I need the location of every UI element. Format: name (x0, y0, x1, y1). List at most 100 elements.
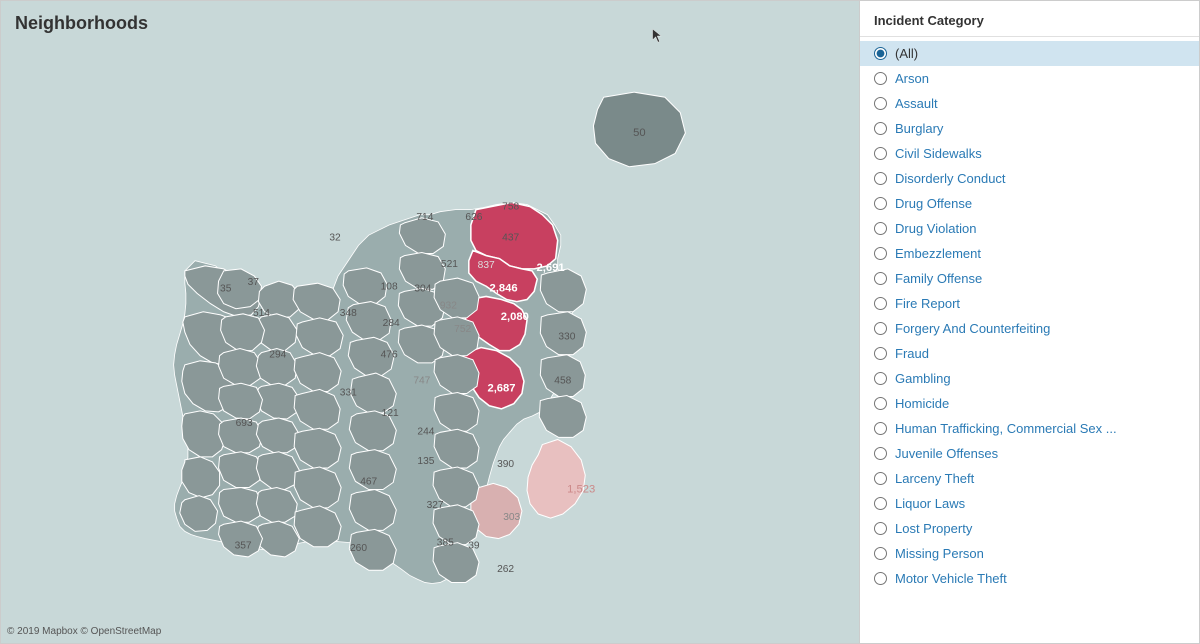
svg-text:385: 385 (437, 538, 454, 549)
svg-text:467: 467 (360, 476, 377, 487)
label-11: Forgery And Counterfeiting (895, 321, 1050, 336)
radio-10[interactable] (874, 297, 887, 310)
sidebar-list-item-10[interactable]: Fire Report (860, 291, 1199, 316)
sidebar-list-item-12[interactable]: Fraud (860, 341, 1199, 366)
svg-text:294: 294 (269, 350, 286, 361)
label-7: Drug Violation (895, 221, 976, 236)
label-21: Motor Vehicle Theft (895, 571, 1007, 586)
svg-text:437: 437 (502, 232, 519, 243)
label-6: Drug Offense (895, 196, 972, 211)
svg-text:693: 693 (236, 418, 253, 429)
svg-text:752: 752 (454, 324, 471, 335)
radio-16[interactable] (874, 447, 887, 460)
sidebar-list-item-6[interactable]: Drug Offense (860, 191, 1199, 216)
svg-text:303: 303 (503, 512, 520, 523)
svg-text:348: 348 (340, 308, 357, 319)
label-9: Family Offense (895, 271, 982, 286)
label-5: Disorderly Conduct (895, 171, 1006, 186)
svg-text:262: 262 (497, 564, 514, 575)
radio-5[interactable] (874, 172, 887, 185)
radio-20[interactable] (874, 547, 887, 560)
svg-text:304: 304 (414, 283, 431, 294)
radio-15[interactable] (874, 422, 887, 435)
radio-11[interactable] (874, 322, 887, 335)
radio-13[interactable] (874, 372, 887, 385)
radio-21[interactable] (874, 572, 887, 585)
svg-text:35: 35 (220, 283, 232, 294)
radio-9[interactable] (874, 272, 887, 285)
svg-text:2,687: 2,687 (487, 382, 515, 394)
sidebar-list-item-21[interactable]: Motor Vehicle Theft (860, 566, 1199, 591)
main-container: Neighborhoods (0, 0, 1200, 644)
radio-18[interactable] (874, 497, 887, 510)
label-16: Juvenile Offenses (895, 446, 998, 461)
svg-text:39: 39 (468, 541, 480, 552)
sidebar-list-item-14[interactable]: Homicide (860, 391, 1199, 416)
svg-text:514: 514 (253, 308, 270, 319)
radio-1[interactable] (874, 72, 887, 85)
svg-text:121: 121 (382, 408, 399, 419)
map-title: Neighborhoods (15, 13, 148, 34)
label-20: Missing Person (895, 546, 984, 561)
label-3: Burglary (895, 121, 943, 136)
sidebar-list-item-4[interactable]: Civil Sidewalks (860, 141, 1199, 166)
label-19: Lost Property (895, 521, 972, 536)
svg-text:521: 521 (441, 259, 458, 270)
svg-text:284: 284 (383, 318, 400, 329)
sidebar-list-item-9[interactable]: Family Offense (860, 266, 1199, 291)
sidebar-list-item-13[interactable]: Gambling (860, 366, 1199, 391)
label-0: (All) (895, 46, 918, 61)
radio-17[interactable] (874, 472, 887, 485)
radio-3[interactable] (874, 122, 887, 135)
sidebar-list-item-5[interactable]: Disorderly Conduct (860, 166, 1199, 191)
sidebar-list-item-11[interactable]: Forgery And Counterfeiting (860, 316, 1199, 341)
sidebar-list-item-17[interactable]: Larceny Theft (860, 466, 1199, 491)
label-4: Civil Sidewalks (895, 146, 982, 161)
svg-text:244: 244 (417, 426, 434, 437)
svg-text:331: 331 (340, 388, 357, 399)
radio-14[interactable] (874, 397, 887, 410)
svg-text:714: 714 (416, 212, 433, 223)
radio-2[interactable] (874, 97, 887, 110)
sidebar-list-item-0[interactable]: (All) (860, 41, 1199, 66)
svg-text:37: 37 (248, 277, 260, 288)
svg-text:458: 458 (554, 375, 571, 386)
sidebar-list-item-1[interactable]: Arson (860, 66, 1199, 91)
map-svg: 50 32 35 37 514 108 348 284 304 932 521 … (1, 1, 859, 643)
label-2: Assault (895, 96, 938, 111)
label-8: Embezzlement (895, 246, 981, 261)
map-area: Neighborhoods (1, 1, 859, 643)
sidebar-list-item-18[interactable]: Liquor Laws (860, 491, 1199, 516)
label-12: Fraud (895, 346, 929, 361)
label-13: Gambling (895, 371, 951, 386)
sidebar-list-item-8[interactable]: Embezzlement (860, 241, 1199, 266)
sidebar-list-item-7[interactable]: Drug Violation (860, 216, 1199, 241)
radio-19[interactable] (874, 522, 887, 535)
radio-0[interactable] (874, 47, 887, 60)
svg-text:1,523: 1,523 (567, 484, 595, 496)
radio-12[interactable] (874, 347, 887, 360)
sidebar-list-item-16[interactable]: Juvenile Offenses (860, 441, 1199, 466)
label-18: Liquor Laws (895, 496, 965, 511)
radio-4[interactable] (874, 147, 887, 160)
sidebar-list-item-20[interactable]: Missing Person (860, 541, 1199, 566)
svg-text:2,846: 2,846 (490, 282, 518, 294)
sidebar-list-item-19[interactable]: Lost Property (860, 516, 1199, 541)
svg-text:390: 390 (497, 459, 514, 470)
label-15: Human Trafficking, Commercial Sex ... (895, 421, 1117, 436)
radio-8[interactable] (874, 247, 887, 260)
svg-text:135: 135 (417, 456, 434, 467)
sidebar-list-item-15[interactable]: Human Trafficking, Commercial Sex ... (860, 416, 1199, 441)
svg-text:476: 476 (381, 350, 398, 361)
svg-text:932: 932 (440, 301, 457, 312)
svg-text:357: 357 (235, 541, 252, 552)
radio-7[interactable] (874, 222, 887, 235)
svg-text:837: 837 (478, 260, 495, 271)
sidebar-list-item-3[interactable]: Burglary (860, 116, 1199, 141)
svg-text:758: 758 (502, 202, 519, 213)
radio-6[interactable] (874, 197, 887, 210)
sidebar-list-item-2[interactable]: Assault (860, 91, 1199, 116)
label-14: Homicide (895, 396, 949, 411)
svg-text:626: 626 (465, 212, 482, 223)
svg-text:260: 260 (350, 543, 367, 554)
